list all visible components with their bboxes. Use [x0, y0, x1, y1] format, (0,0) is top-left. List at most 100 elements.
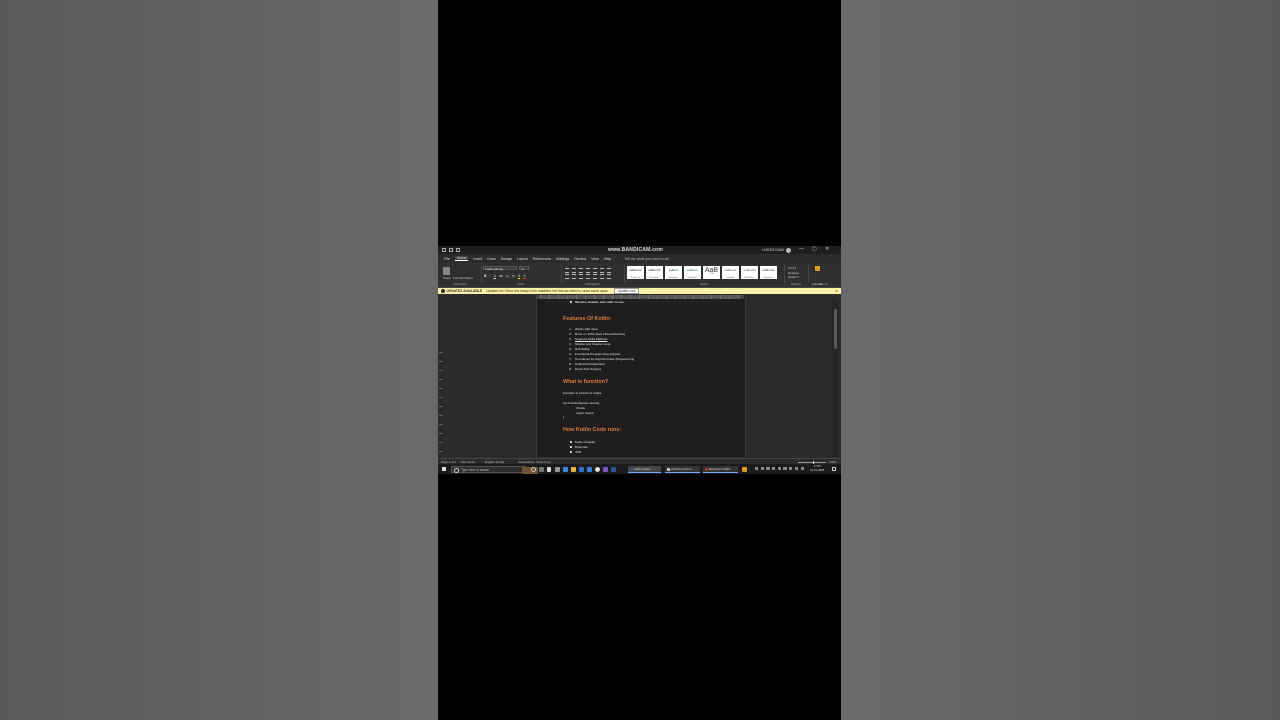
- decrease-indent-icon[interactable]: [586, 268, 590, 273]
- windows-start-icon[interactable]: [442, 467, 446, 471]
- multilevel-list-icon[interactable]: [579, 268, 583, 273]
- bullets-icon[interactable]: [565, 268, 569, 273]
- borders-icon[interactable]: [607, 274, 611, 279]
- line-spacing-icon[interactable]: [593, 274, 597, 279]
- tray-icon[interactable]: [772, 467, 776, 471]
- file-explorer-icon[interactable]: [571, 466, 576, 472]
- style-preview: AaBbCcC: [686, 269, 699, 272]
- tab-draw[interactable]: Draw: [487, 257, 495, 261]
- maximize-button[interactable]: ▢: [812, 247, 817, 252]
- font-size-select[interactable]: 11: [519, 266, 529, 271]
- style-subtitle[interactable]: AaBbCcD Subtitle: [722, 266, 739, 279]
- bold-button[interactable]: B: [484, 274, 487, 279]
- highlight-button[interactable]: A: [517, 274, 521, 279]
- edge-icon[interactable]: [563, 466, 568, 472]
- align-center-icon[interactable]: [572, 274, 576, 279]
- format-painter-button[interactable]: Format Painter: [453, 276, 473, 280]
- taskbar-app-kotlin[interactable]: KotlinFunctions - ...: [665, 465, 700, 473]
- addins-button[interactable]: Add-ins: [812, 266, 822, 290]
- tray-icon[interactable]: [760, 467, 764, 471]
- wifi-icon[interactable]: [783, 467, 787, 471]
- tray-icon[interactable]: [777, 467, 781, 471]
- tab-review[interactable]: Review: [574, 257, 586, 261]
- increase-indent-icon[interactable]: [593, 268, 597, 273]
- vertical-ruler[interactable]: [439, 352, 443, 474]
- tab-layout[interactable]: Layout: [517, 257, 528, 261]
- tab-references[interactable]: References: [533, 257, 551, 261]
- tab-design[interactable]: Design: [501, 257, 512, 261]
- show-marks-icon[interactable]: [607, 268, 611, 273]
- style-title[interactable]: AaB Title: [703, 266, 720, 279]
- numbering-icon[interactable]: [572, 268, 576, 273]
- run-step: JVM: [575, 449, 582, 454]
- sort-icon[interactable]: [600, 268, 604, 273]
- select-button[interactable]: Select ▾: [788, 275, 799, 280]
- tab-insert[interactable]: Insert: [473, 257, 482, 261]
- feature-item: Great Tool Support: [575, 367, 601, 371]
- scrollbar-thumb[interactable]: [833, 309, 837, 349]
- paste-label[interactable]: Paste: [443, 276, 451, 280]
- document-page[interactable]: Shorter, cleaner, and safer to use Featu…: [536, 299, 746, 457]
- minimize-button[interactable]: —: [799, 247, 804, 252]
- taskbar-search-input[interactable]: Type here to search: [451, 465, 538, 474]
- mail-icon[interactable]: [587, 466, 592, 472]
- word-icon[interactable]: [611, 466, 616, 472]
- paste-icon[interactable]: [443, 267, 450, 275]
- tell-me-search[interactable]: Tell me what you want to do: [624, 257, 668, 261]
- vertical-scrollbar[interactable]: [832, 299, 838, 457]
- subscript-button[interactable]: x₂: [506, 274, 509, 279]
- user-avatar[interactable]: [786, 247, 791, 253]
- code-line: return output: [576, 411, 594, 415]
- justify-icon[interactable]: [586, 274, 590, 279]
- underline-button[interactable]: U: [494, 274, 497, 279]
- pinned-app-icon[interactable]: [555, 466, 560, 472]
- style-heading-2[interactable]: AaBbCcC Heading 2: [684, 266, 701, 279]
- align-right-icon[interactable]: [579, 274, 583, 279]
- italic-button[interactable]: I: [490, 274, 491, 279]
- pinned-app-icon[interactable]: [547, 466, 551, 472]
- cortana-icon[interactable]: [531, 466, 536, 472]
- superscript-button[interactable]: x²: [512, 274, 515, 279]
- zoom-slider[interactable]: [798, 462, 826, 463]
- notification-icon[interactable]: [832, 467, 836, 471]
- taskbar-clock[interactable]: 17:56 21-01-2025: [810, 465, 824, 472]
- tab-help[interactable]: Help: [604, 257, 611, 261]
- style-emphasis[interactable]: AaBbCcDi Emphasis: [760, 266, 777, 279]
- user-name[interactable]: LIVEDS DAMI: [762, 248, 784, 252]
- shading-icon[interactable]: [600, 274, 604, 279]
- undo-icon[interactable]: [449, 248, 453, 252]
- tab-mailings[interactable]: Mailings: [556, 257, 569, 261]
- windows-taskbar: Type here to search Kotlin Notes - ... K…: [438, 464, 841, 474]
- close-button[interactable]: ✕: [825, 247, 829, 252]
- tab-view[interactable]: View: [591, 257, 599, 261]
- tab-home[interactable]: Home: [454, 256, 469, 261]
- feature-item: Supports Multi-Platform: [575, 337, 608, 341]
- pinned-app-icon[interactable]: [742, 466, 747, 472]
- close-icon[interactable]: ✕: [835, 288, 838, 294]
- taskbar-app-word[interactable]: Kotlin Notes - ...: [628, 465, 661, 473]
- align-left-icon[interactable]: [565, 274, 569, 279]
- style-heading-1[interactable]: AaBbCc Heading 1: [665, 266, 682, 279]
- tray-icon[interactable]: [766, 467, 770, 471]
- update-now-button[interactable]: Update now: [614, 288, 639, 295]
- redo-icon[interactable]: [456, 248, 460, 252]
- tab-file[interactable]: File: [444, 257, 450, 261]
- feature-item: Android Development: [575, 362, 605, 366]
- style-no-spacing[interactable]: AaBbCcDc ¶ No Spac...: [646, 266, 663, 279]
- style-subtle-emphasis[interactable]: AaBbCcDi Subtle Em...: [741, 266, 758, 279]
- font-name-select[interactable]: Calibri (Body): [483, 266, 517, 271]
- task-view-icon[interactable]: [539, 466, 544, 472]
- chrome-icon[interactable]: [595, 466, 600, 472]
- store-icon[interactable]: [579, 466, 584, 472]
- style-normal[interactable]: AaBbCcDc ¶ Normal: [627, 266, 644, 279]
- bullet: [570, 301, 572, 303]
- tray-icon[interactable]: [755, 467, 759, 471]
- font-color-button[interactable]: A: [523, 274, 526, 279]
- battery-icon[interactable]: [794, 467, 798, 471]
- pinned-app-icon[interactable]: [603, 466, 608, 472]
- save-icon[interactable]: [442, 248, 446, 252]
- taskbar-app-bandicam[interactable]: Bandicam 2025...: [703, 465, 738, 473]
- volume-icon[interactable]: [789, 467, 793, 471]
- language-icon[interactable]: [800, 467, 804, 471]
- strikethrough-button[interactable]: ab: [499, 274, 503, 279]
